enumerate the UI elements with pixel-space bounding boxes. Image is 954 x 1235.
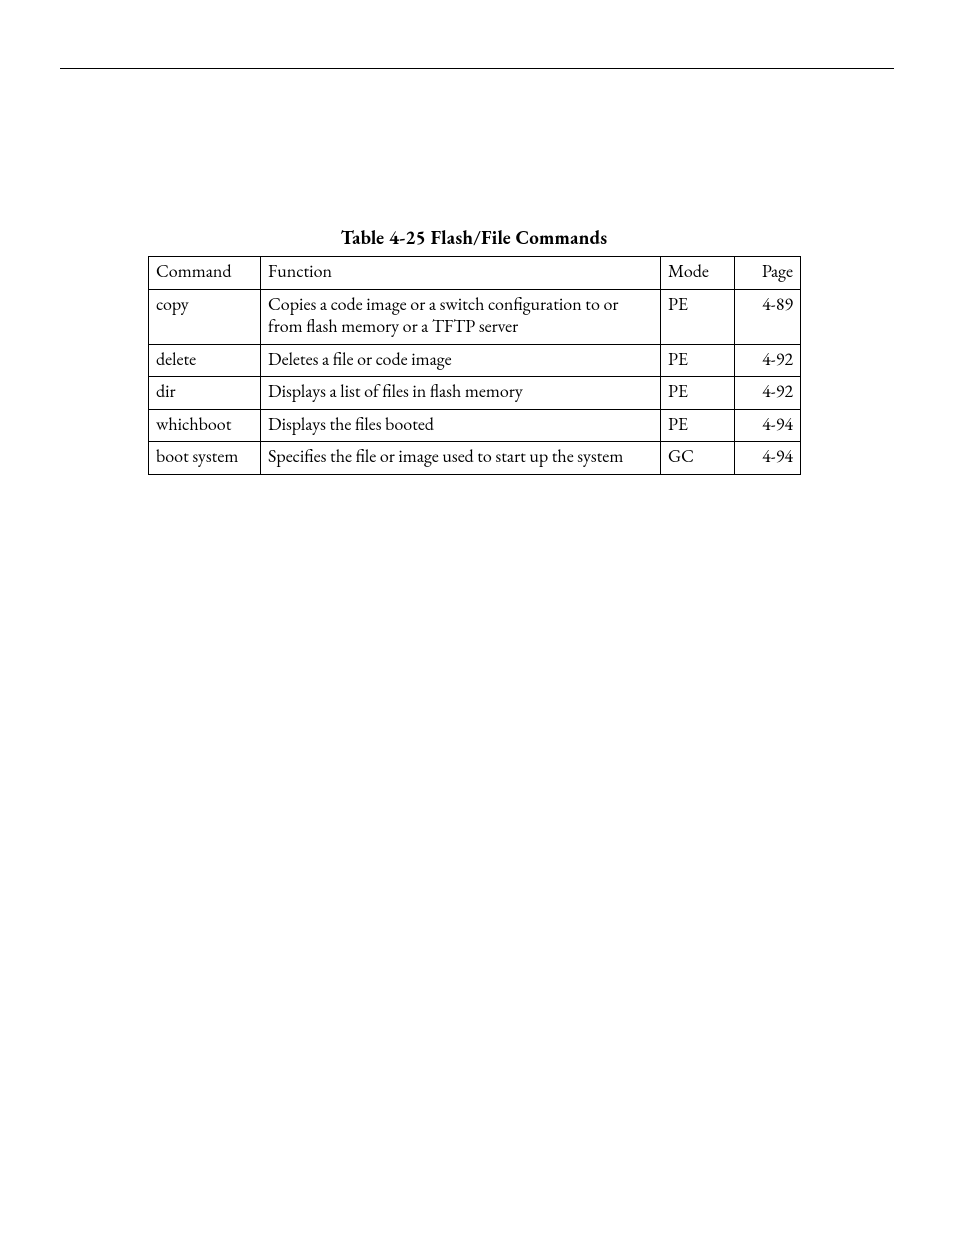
col-header-mode: Mode — [661, 257, 735, 290]
table-row: delete Deletes a file or code image PE 4… — [149, 344, 801, 377]
table-row: whichboot Displays the files booted PE 4… — [149, 409, 801, 442]
cell-mode: PE — [661, 344, 735, 377]
cell-page: 4-92 — [735, 377, 801, 410]
table-row: boot system Specifies the file or image … — [149, 442, 801, 475]
cell-function: Specifies the file or image used to star… — [261, 442, 661, 475]
table-block: Table 4-25 Flash/File Commands Command F… — [148, 225, 800, 475]
header-rule — [60, 68, 894, 69]
cell-command: copy — [149, 289, 261, 344]
table-caption: Table 4-25 Flash/File Commands — [148, 225, 800, 250]
cell-page: 4-92 — [735, 344, 801, 377]
cell-command: boot system — [149, 442, 261, 475]
cell-function: Displays the files booted — [261, 409, 661, 442]
cell-page: 4-89 — [735, 289, 801, 344]
col-header-command: Command — [149, 257, 261, 290]
flash-file-commands-table: Command Function Mode Page copy Copies a… — [148, 256, 801, 475]
cell-mode: PE — [661, 377, 735, 410]
page: Table 4-25 Flash/File Commands Command F… — [0, 0, 954, 1235]
cell-command: whichboot — [149, 409, 261, 442]
cell-command: delete — [149, 344, 261, 377]
cell-mode: PE — [661, 289, 735, 344]
cell-command: dir — [149, 377, 261, 410]
cell-function: Displays a list of files in flash memory — [261, 377, 661, 410]
table-row: copy Copies a code image or a switch con… — [149, 289, 801, 344]
col-header-page: Page — [735, 257, 801, 290]
table-row: dir Displays a list of files in flash me… — [149, 377, 801, 410]
cell-function: Copies a code image or a switch configur… — [261, 289, 661, 344]
col-header-function: Function — [261, 257, 661, 290]
cell-page: 4-94 — [735, 442, 801, 475]
cell-mode: PE — [661, 409, 735, 442]
cell-page: 4-94 — [735, 409, 801, 442]
cell-function: Deletes a file or code image — [261, 344, 661, 377]
cell-mode: GC — [661, 442, 735, 475]
table-header-row: Command Function Mode Page — [149, 257, 801, 290]
